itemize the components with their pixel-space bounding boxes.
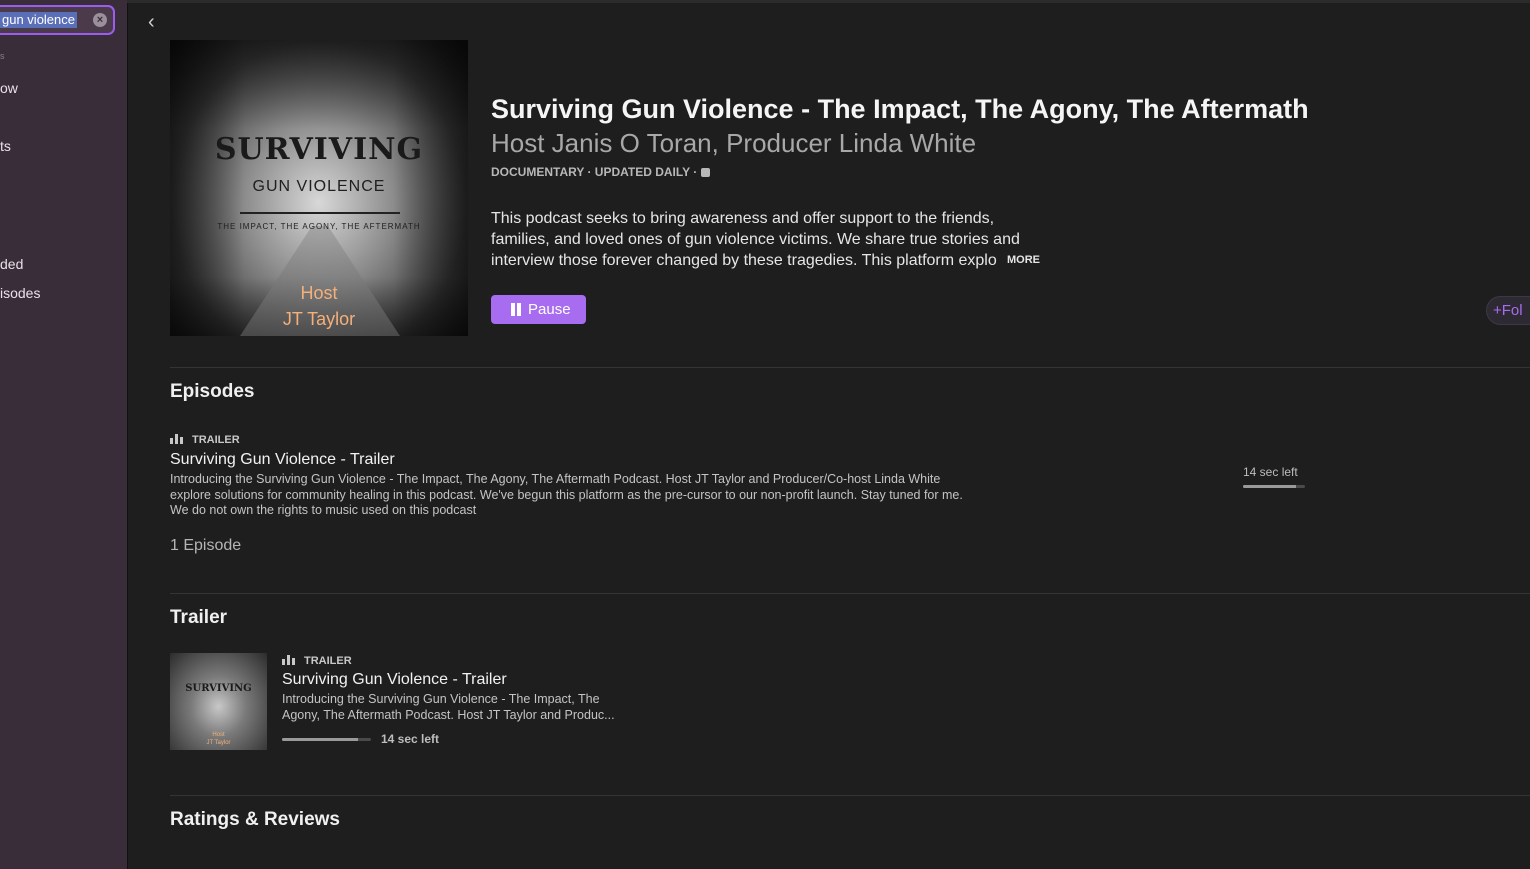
podcast-meta: DOCUMENTARY · UPDATED DAILY ·	[491, 165, 711, 179]
podcast-artwork: SURVIVING GUN VIOLENCE THE IMPACT, THE A…	[170, 40, 468, 336]
divider	[170, 795, 1530, 796]
more-link[interactable]: MORE	[997, 254, 1040, 266]
plus-icon: +	[1493, 302, 1502, 319]
search-input[interactable]: gun violence	[0, 12, 77, 28]
bars-icon	[282, 655, 298, 665]
podcast-author[interactable]: Host Janis O Toran, Producer Linda White	[491, 128, 976, 159]
explicit-icon	[701, 168, 711, 177]
bars-icon	[170, 434, 186, 444]
search-field[interactable]: gun violence ×	[0, 5, 115, 35]
top-border	[127, 0, 1530, 3]
artwork-host: Host JT Taylor	[282, 283, 356, 329]
trailer-time-left: 14 sec left	[381, 732, 440, 746]
episodes-heading: Episodes	[170, 381, 255, 402]
divider	[170, 593, 1530, 594]
episode-badge: TRAILER	[170, 434, 240, 446]
trailer-heading: Trailer	[170, 607, 228, 628]
podcast-title: Surviving Gun Violence - The Impact, The…	[491, 94, 1309, 124]
artwork-title: SURVIVING	[214, 132, 424, 167]
episode-description: Introducing the Surviving Gun Violence -…	[170, 472, 963, 517]
trailer-title[interactable]: Surviving Gun Violence - Trailer	[282, 671, 507, 689]
podcast-description: This podcast seeks to bring awareness an…	[491, 210, 1020, 269]
follow-button[interactable]: +Fol	[1486, 296, 1530, 325]
episode-title[interactable]: Surviving Gun Violence - Trailer	[170, 451, 395, 469]
divider	[170, 367, 1530, 368]
pause-icon	[511, 303, 522, 316]
trailer-badge: TRAILER	[282, 655, 352, 667]
pause-button[interactable]: Pause	[491, 295, 586, 324]
sidebar-item-listen-now[interactable]: ow	[0, 80, 18, 96]
trailer-description: Introducing the Surviving Gun Violence -…	[282, 692, 615, 722]
sidebar-item-recently-updated[interactable]: ded	[0, 256, 23, 272]
clear-search-icon[interactable]: ×	[93, 13, 107, 27]
episode-progress	[1243, 485, 1305, 488]
episode-count[interactable]: 1 Episode	[170, 537, 241, 555]
episode-time-left: 14 sec left	[1243, 465, 1298, 479]
ratings-heading: Ratings & Reviews	[170, 809, 340, 830]
sidebar-item-charts[interactable]: ts	[0, 138, 11, 154]
artwork-tagline: THE IMPACT, THE AGONY, THE AFTERMATH	[217, 222, 421, 231]
trailer-artwork[interactable]: SURVIVING Host JT Taylor	[170, 653, 267, 750]
sidebar-item-latest-episodes[interactable]: isodes	[0, 285, 40, 301]
sidebar: gun violence × s ow ts ded isodes	[0, 0, 128, 869]
back-chevron-icon[interactable]: ‹	[148, 12, 162, 32]
artwork-subtitle: GUN VIOLENCE	[252, 178, 386, 195]
trailer-progress	[282, 738, 371, 741]
sidebar-section-label: s	[0, 51, 5, 61]
